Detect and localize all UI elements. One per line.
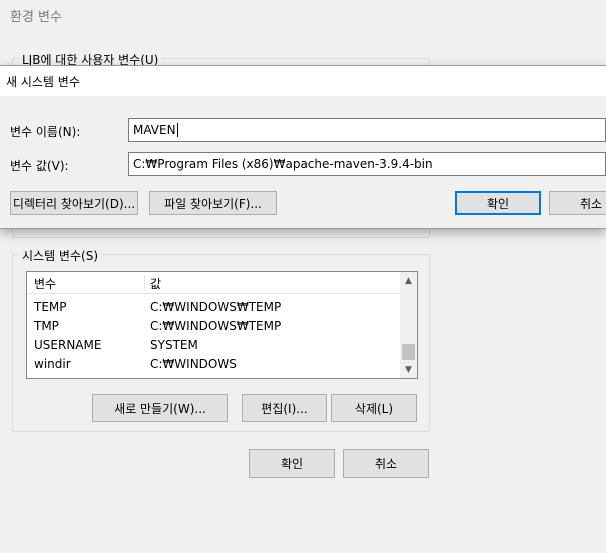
- variable-name-value: MAVEN: [133, 123, 176, 137]
- edit-variable-button[interactable]: 편집(I)...: [242, 394, 327, 422]
- row-variable-name: TMP: [34, 318, 59, 333]
- new-variable-button[interactable]: 새로 만들기(W)...: [92, 394, 228, 422]
- table-row[interactable]: TEMP C:₩WINDOWS₩TEMP: [27, 297, 399, 316]
- variable-value-label: 변수 값(V):: [10, 159, 69, 173]
- row-variable-value: C:₩WINDOWS₩TEMP: [150, 318, 282, 333]
- parent-cancel-button[interactable]: 취소: [343, 449, 429, 478]
- system-variables-list[interactable]: 변수 값 TEMP C:₩WINDOWS₩TEMP TMP C:₩WINDOWS…: [26, 271, 418, 379]
- table-row[interactable]: windir C:₩WINDOWS: [27, 354, 399, 373]
- row-variable-value: C:₩WINDOWS: [150, 356, 237, 371]
- text-caret: [176, 123, 178, 137]
- variable-name-input[interactable]: MAVEN: [128, 118, 606, 142]
- vertical-scrollbar[interactable]: ▲ ▼: [400, 272, 417, 378]
- row-variable-value: C:₩WINDOWS₩TEMP: [150, 299, 282, 314]
- column-divider: [144, 276, 145, 291]
- variable-value-text: C:₩Program Files (x86)₩apache-maven-3.9.…: [133, 157, 433, 171]
- table-row[interactable]: USERNAME SYSTEM: [27, 335, 399, 354]
- row-variable-value: SYSTEM: [150, 337, 198, 352]
- scroll-up-icon[interactable]: ▲: [400, 272, 417, 289]
- new-var-cancel-button[interactable]: 취소: [549, 191, 606, 215]
- row-variable-name: windir: [34, 356, 71, 371]
- list-header: 변수 값: [27, 274, 399, 294]
- dialog-title: 새 시스템 변수: [6, 75, 80, 89]
- browse-directory-button[interactable]: 디렉터리 찾아보기(D)...: [10, 191, 138, 215]
- delete-variable-button[interactable]: 삭제(L): [331, 394, 417, 422]
- variable-name-label: 변수 이름(N):: [10, 125, 81, 139]
- column-header-variable[interactable]: 변수: [34, 275, 56, 292]
- dialog-titlebar: 새 시스템 변수: [0, 66, 606, 96]
- new-system-variable-dialog: 새 시스템 변수 변수 이름(N): MAVEN 변수 값(V): C:₩Pro…: [0, 65, 606, 229]
- row-variable-name: TEMP: [34, 299, 67, 314]
- variable-value-input[interactable]: C:₩Program Files (x86)₩apache-maven-3.9.…: [128, 152, 606, 176]
- column-header-value[interactable]: 값: [150, 275, 161, 292]
- system-variables-label: 시스템 변수(S): [19, 247, 101, 264]
- scroll-thumb[interactable]: [402, 344, 415, 360]
- parent-dialog-title: 환경 변수: [10, 10, 62, 25]
- scroll-down-icon[interactable]: ▼: [400, 361, 417, 378]
- browse-file-button[interactable]: 파일 찾아보기(F)...: [149, 191, 277, 215]
- table-row[interactable]: TMP C:₩WINDOWS₩TEMP: [27, 316, 399, 335]
- new-var-ok-button[interactable]: 확인: [455, 191, 541, 215]
- parent-ok-button[interactable]: 확인: [249, 449, 335, 478]
- row-variable-name: USERNAME: [34, 337, 102, 352]
